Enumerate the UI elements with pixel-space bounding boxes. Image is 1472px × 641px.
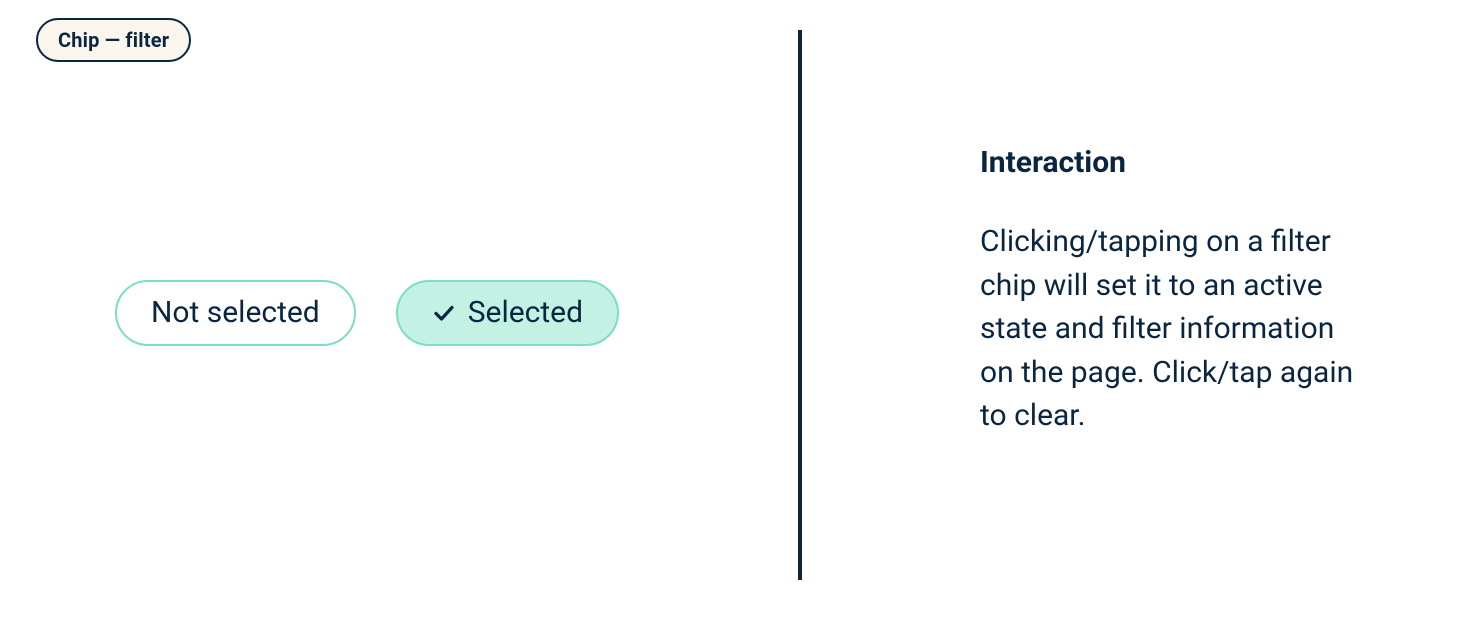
chip-label: Not selected	[151, 298, 320, 328]
chip-label: Selected	[468, 298, 583, 328]
filter-chip-unselected[interactable]: Not selected	[115, 280, 356, 346]
check-icon	[432, 301, 456, 325]
filter-chip-selected[interactable]: Selected	[396, 280, 619, 346]
info-heading: Interaction	[980, 145, 1360, 180]
info-body: Clicking/tapping on a filter chip will s…	[980, 220, 1360, 438]
info-section: Interaction Clicking/tapping on a filter…	[980, 145, 1360, 438]
vertical-divider	[798, 30, 802, 580]
chip-demo-area: Not selected Selected	[115, 280, 619, 346]
component-tag: Chip — filter	[36, 18, 191, 62]
